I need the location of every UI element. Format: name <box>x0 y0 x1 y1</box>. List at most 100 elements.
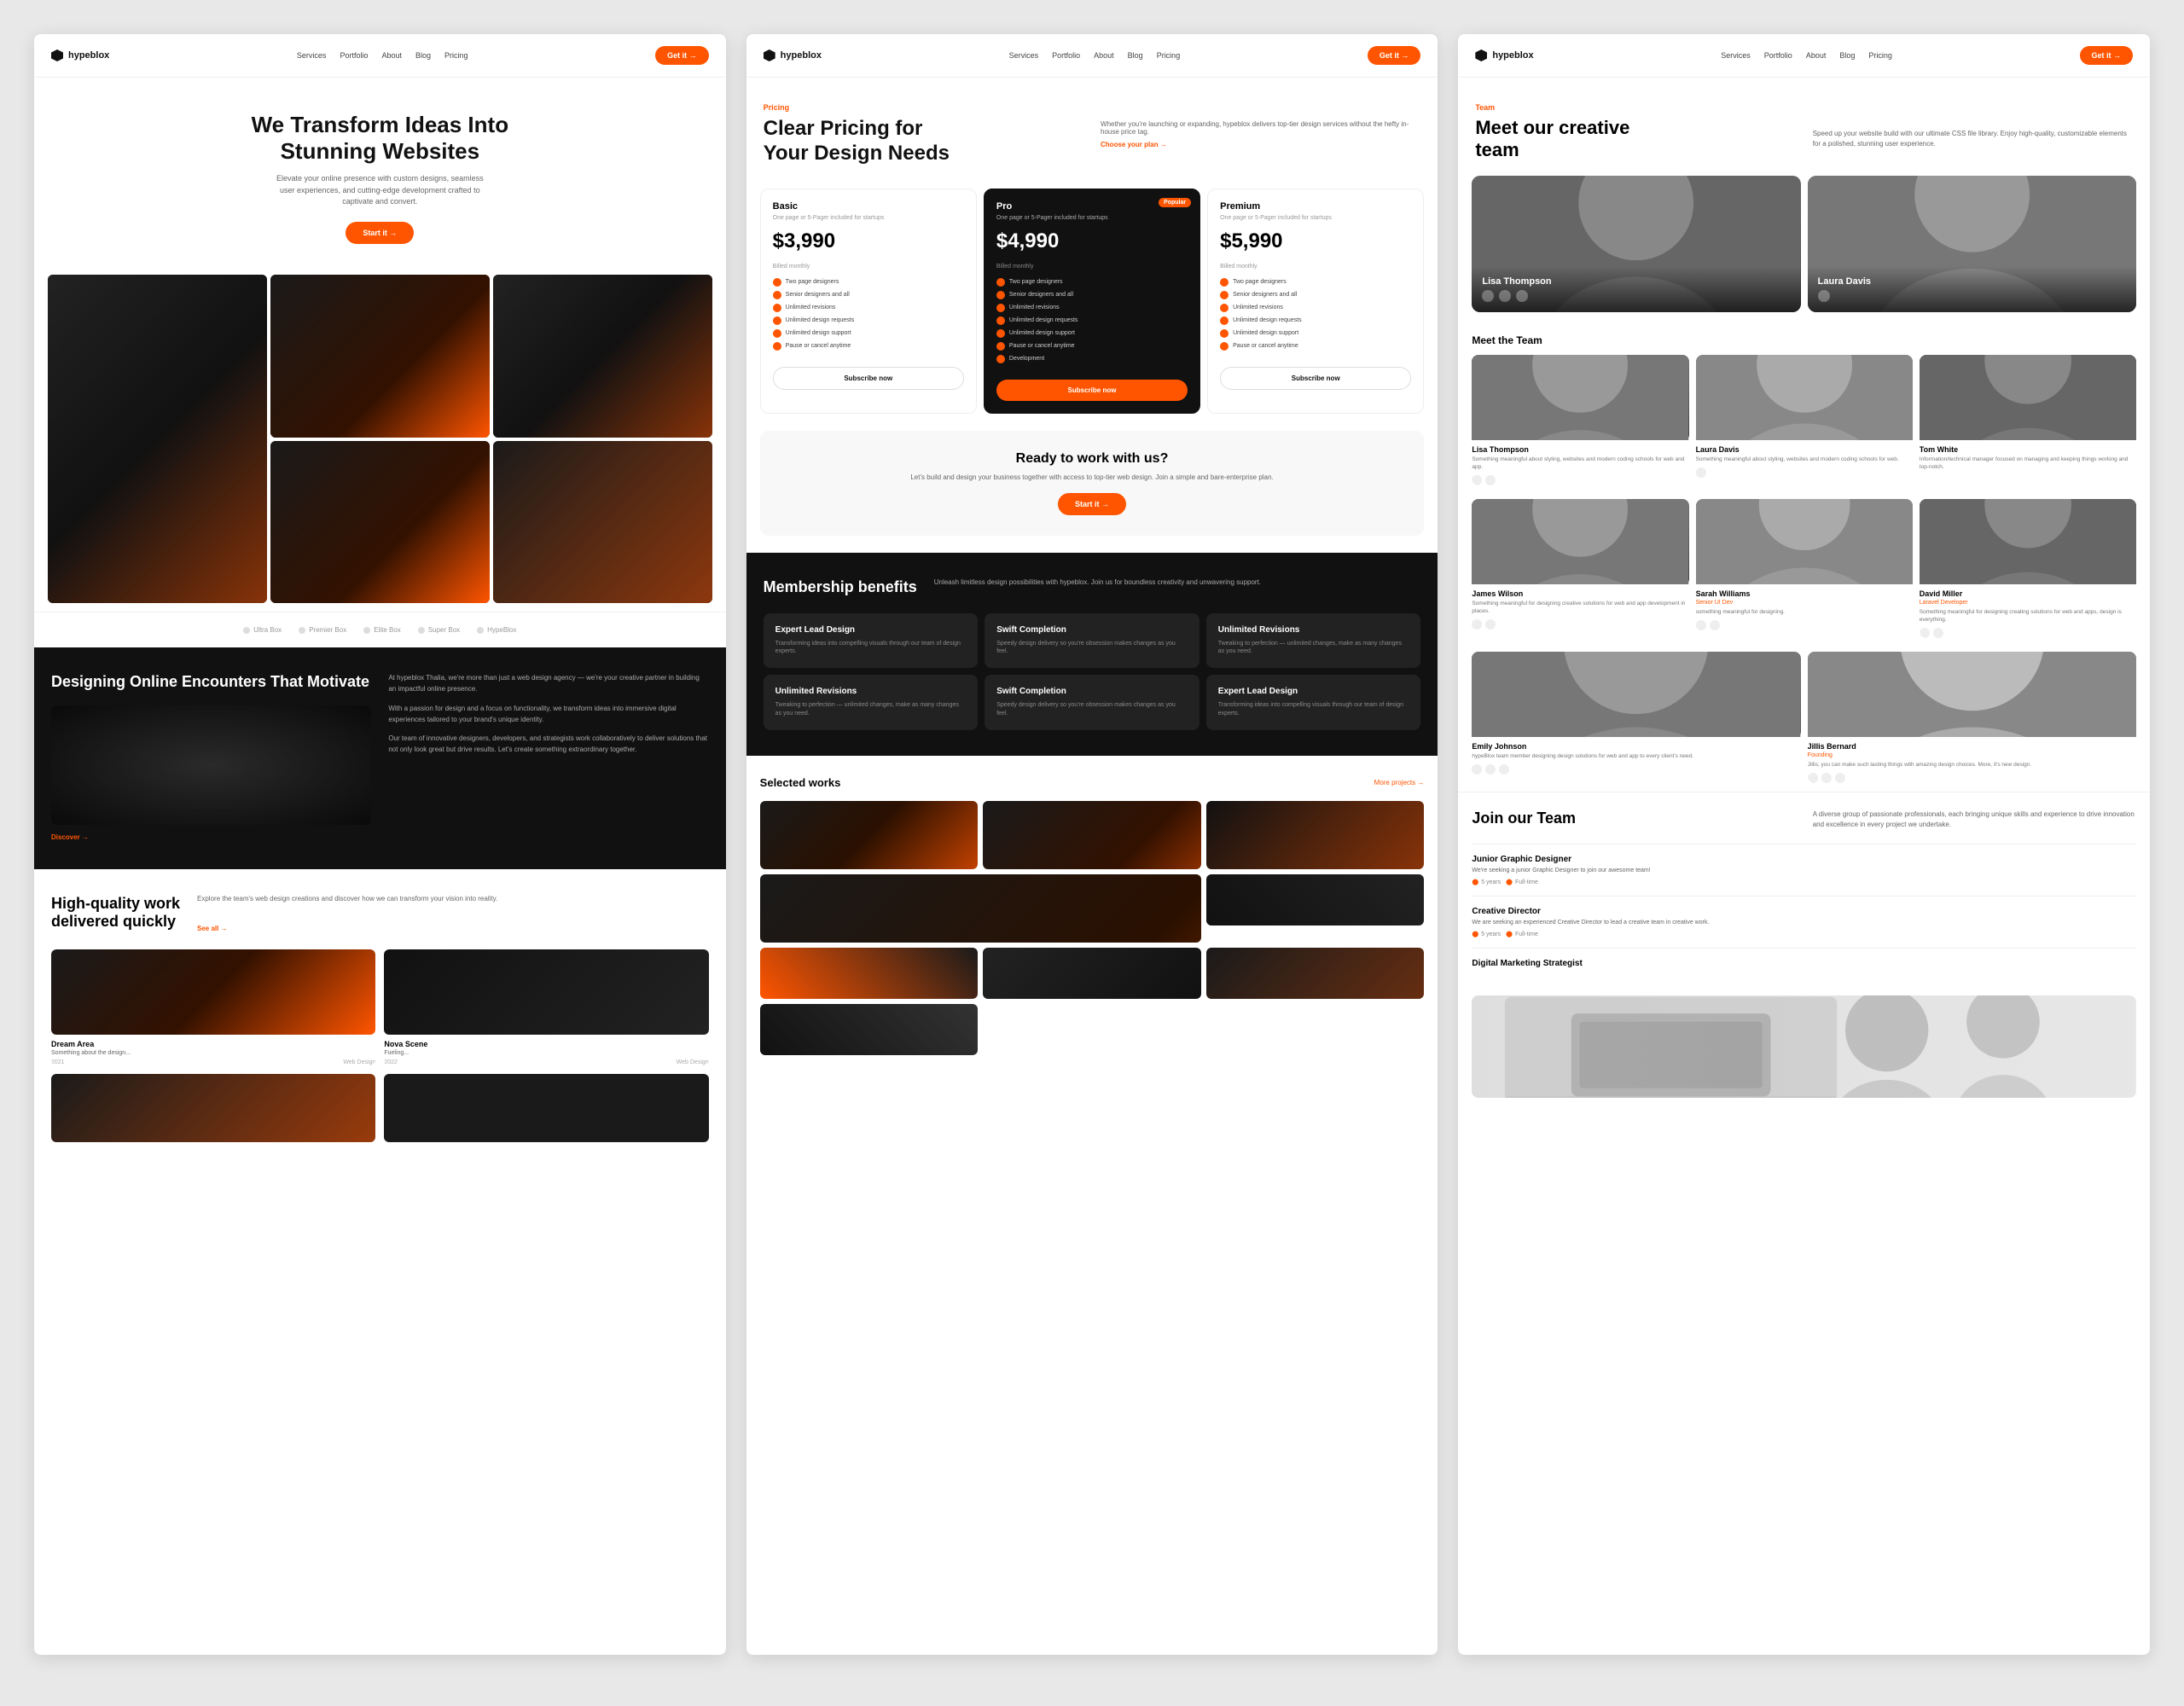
dark-para-3: Our team of innovative designers, develo… <box>388 734 708 756</box>
brand-dot-5 <box>477 627 484 634</box>
premium-feature-5: Unlimited design support <box>1220 329 1411 338</box>
pricing-choose[interactable]: Choose your plan → <box>1101 141 1420 148</box>
nav-p-1[interactable]: Services <box>1009 51 1039 60</box>
nav-t-5[interactable]: Pricing <box>1868 51 1892 60</box>
laura-card-name: Laura Davis <box>1696 445 1913 454</box>
jillis-card-social <box>1808 773 2136 783</box>
pro-feature-7: Development <box>996 355 1188 363</box>
nav-link-3[interactable]: About <box>381 51 402 60</box>
nav-t-4[interactable]: Blog <box>1839 51 1855 60</box>
cta-button[interactable]: Start it → <box>1058 493 1126 515</box>
jillis-card-name: Jillis Bernard <box>1808 742 2136 751</box>
job-tag-1-1: ⬤ 5 years <box>1472 879 1501 885</box>
nav-pricing: hypeblox Services Portfolio About Blog P… <box>746 34 1438 78</box>
lisa-card-name: Lisa Thompson <box>1472 445 1688 454</box>
nav-p-4[interactable]: Blog <box>1128 51 1143 60</box>
works-link[interactable]: More projects → <box>1374 779 1425 786</box>
join-header-right: A diverse group of passionate profession… <box>1813 809 2136 830</box>
emily-card-name: Emily Johnson <box>1472 742 1800 751</box>
jillis-si-2[interactable] <box>1821 773 1832 783</box>
james-si-1[interactable] <box>1472 619 1482 630</box>
nav-cta-button[interactable]: Get it → <box>655 46 709 65</box>
emily-si-1[interactable] <box>1472 764 1482 775</box>
logo[interactable]: hypeblox <box>51 49 109 61</box>
sarah-card-social <box>1696 620 1913 630</box>
lisa-name: Lisa Thompson <box>1482 276 1790 287</box>
hero-cta-button[interactable]: Start it → <box>346 222 414 244</box>
laura-social-1[interactable] <box>1818 290 1830 302</box>
nav-link-2[interactable]: Portfolio <box>340 51 368 60</box>
tom-card-svg <box>1920 355 2136 440</box>
jillis-si-3[interactable] <box>1835 773 1845 783</box>
nav-t-3[interactable]: About <box>1806 51 1827 60</box>
hero-section: We Transform Ideas Into Stunning Website… <box>34 78 726 261</box>
david-si-2[interactable] <box>1933 628 1943 638</box>
sarah-si-1[interactable] <box>1696 620 1706 630</box>
lisa-card-desc: Something meaningful about styling, webs… <box>1472 456 1688 471</box>
lisa-card-social <box>1472 475 1688 485</box>
work-card-label-2: Nova Scene <box>384 1040 708 1048</box>
hero-image-inner-4 <box>270 441 490 604</box>
job-title-1: Junior Graphic Designer <box>1472 855 2136 864</box>
basic-cta[interactable]: Subscribe now <box>773 367 964 390</box>
pricing-card-basic: Basic One page or 5-Pager included for s… <box>760 189 977 414</box>
james-card-svg <box>1472 499 1688 584</box>
brand-item-2: Premier Box <box>299 626 346 634</box>
hero-image-inner-1 <box>48 275 267 603</box>
laura-si-1[interactable] <box>1696 467 1706 478</box>
pro-price: $4,990 <box>996 229 1188 253</box>
work-section: High-quality work delivered quickly Expl… <box>34 869 726 1168</box>
sarah-card-svg <box>1696 499 1913 584</box>
nav-link-4[interactable]: Blog <box>415 51 431 60</box>
nav-t-1[interactable]: Services <box>1721 51 1751 60</box>
benefits-section: Membership benefits Unleash limitless de… <box>746 553 1438 756</box>
pro-cta[interactable]: Subscribe now <box>996 380 1188 401</box>
logo-pricing[interactable]: hypeblox <box>764 49 822 61</box>
work-img-grid-4 <box>760 874 1201 943</box>
nav-p-5[interactable]: Pricing <box>1157 51 1181 60</box>
lisa-si-2[interactable] <box>1485 475 1496 485</box>
lisa-social-1[interactable] <box>1482 290 1494 302</box>
nav-link-1[interactable]: Services <box>297 51 327 60</box>
nav-t-2[interactable]: Portfolio <box>1764 51 1792 60</box>
hero-image-inner-2 <box>270 275 490 438</box>
pro-feature-1: Two page designers <box>996 278 1188 287</box>
work-card-meta-1: 2021 Web Design <box>51 1059 375 1065</box>
work-img-1 <box>51 949 375 1035</box>
join-description: A diverse group of passionate profession… <box>1813 809 2136 830</box>
james-si-2[interactable] <box>1485 619 1496 630</box>
job-listing-1: Junior Graphic Designer We're seeking a … <box>1472 844 2136 896</box>
work-title: High-quality work delivered quickly <box>51 895 180 931</box>
logo-team[interactable]: hypeblox <box>1475 49 1533 61</box>
brand-dot-3 <box>363 627 370 634</box>
nav-link-5[interactable]: Pricing <box>444 51 468 60</box>
emily-si-3[interactable] <box>1499 764 1509 775</box>
team-description: Speed up your website build with our ult… <box>1813 129 2133 151</box>
jillis-si-1[interactable] <box>1808 773 1818 783</box>
pro-feature-5: Unlimited design support <box>996 329 1188 338</box>
sarah-si-2[interactable] <box>1710 620 1720 630</box>
lisa-social-2[interactable] <box>1499 290 1511 302</box>
work-card-meta-2: 2022 Web Design <box>384 1059 708 1065</box>
work-see-all[interactable]: See all → <box>197 925 228 932</box>
work-card-sub-2: Fueling... <box>384 1050 708 1056</box>
david-si-1[interactable] <box>1920 628 1930 638</box>
premium-cta[interactable]: Subscribe now <box>1220 367 1411 390</box>
nav-p-3[interactable]: About <box>1094 51 1114 60</box>
nav-p-2[interactable]: Portfolio <box>1052 51 1080 60</box>
nav-cta-pricing[interactable]: Get it → <box>1368 46 1421 65</box>
team-grid-row3: Emily Johnson hypeBlox team member desig… <box>1458 652 2150 792</box>
pricing-subtitle: Whether you're launching or expanding, h… <box>1101 120 1420 136</box>
sarah-card-role: Senior UI Dev <box>1696 600 1913 606</box>
work-img-2 <box>384 949 708 1035</box>
lisa-si-1[interactable] <box>1472 475 1482 485</box>
sarah-card-photo <box>1696 499 1913 584</box>
nav-cta-team[interactable]: Get it → <box>2080 46 2134 65</box>
lisa-social-3[interactable] <box>1516 290 1528 302</box>
join-photo-svg <box>1472 995 2136 1098</box>
brand-item-4: Super Box <box>418 626 460 634</box>
emily-si-2[interactable] <box>1485 764 1496 775</box>
dark-cta-link[interactable]: Discover → <box>51 833 89 841</box>
pricing-title: Clear Pricing for Your Design Needs <box>764 117 1083 166</box>
premium-billing: Billed monthly <box>1220 264 1411 270</box>
